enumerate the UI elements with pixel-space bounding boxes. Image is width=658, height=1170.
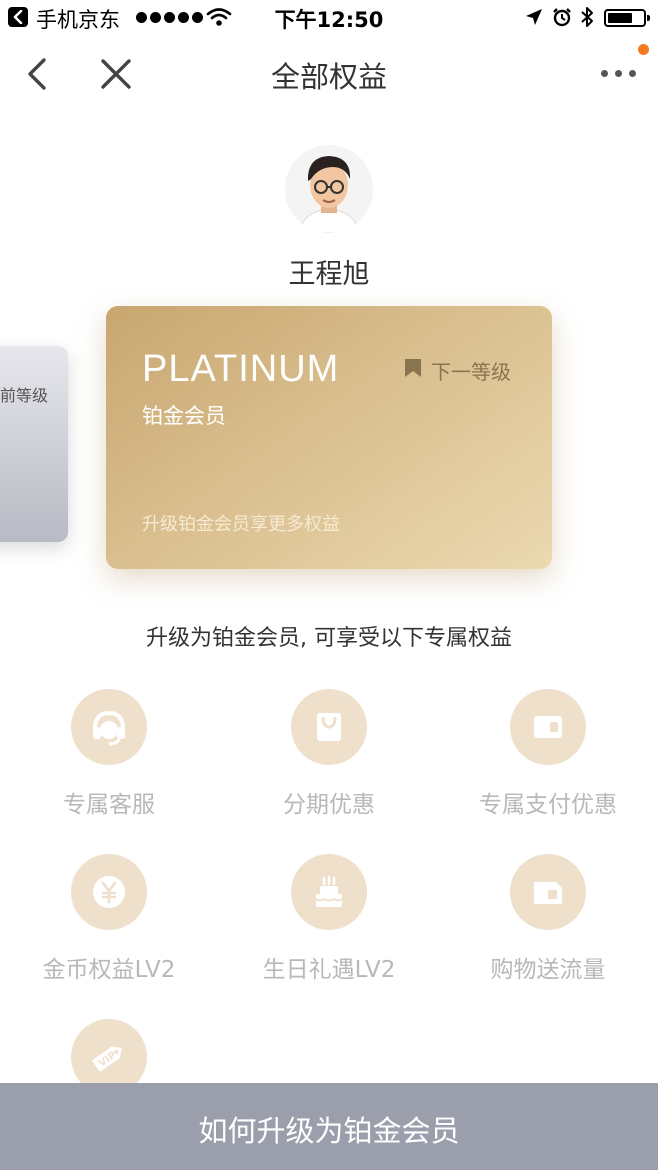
birthday-cake-icon (291, 854, 367, 930)
previous-level-card[interactable]: 前等级 (0, 346, 68, 542)
card-level-subtitle: 铂金会员 (142, 404, 226, 428)
shopping-bag-icon (291, 689, 367, 765)
data-card-icon (510, 854, 586, 930)
benefit-label: 购物送流量 (490, 957, 606, 983)
card-tagline: 升级铂金会员享更多权益 (142, 514, 340, 535)
benefits-title: 升级为铂金会员, 可享受以下专属权益 (146, 626, 512, 651)
avatar (285, 145, 373, 233)
notification-dot (638, 44, 649, 55)
benefit-label: 金币权益LV2 (42, 957, 176, 983)
benefit-label: 生日礼遇LV2 (262, 957, 396, 983)
page-title: 全部权益 (270, 60, 387, 94)
wallet-icon (510, 689, 586, 765)
benefit-item[interactable]: 专属支付优惠 (448, 689, 648, 829)
benefit-item[interactable]: 专属客服 (9, 689, 209, 829)
benefit-label: 专属客服 (63, 792, 155, 818)
navigation-bar: 全部权益 (0, 36, 658, 112)
more-options-icon[interactable] (598, 66, 638, 82)
upgrade-guide-label: 如何升级为铂金会员 (198, 1114, 460, 1148)
card-level-name: PLATINUM (142, 348, 340, 390)
platinum-level-card[interactable]: PLATINUM 铂金会员 下一等级 升级铂金会员享更多权益 (106, 306, 552, 569)
status-bar: 手机京东 下午12:50 (0, 0, 658, 36)
next-level-label: 下一等级 (431, 360, 511, 384)
location-arrow-icon (526, 9, 542, 25)
benefit-item[interactable]: 生日礼遇LV2 (229, 854, 429, 994)
yen-coin-icon (71, 854, 147, 930)
user-name: 王程旭 (288, 259, 370, 290)
benefit-item[interactable]: 金币权益LV2 (9, 854, 209, 994)
previous-level-label: 前等级 (0, 386, 49, 405)
benefit-item[interactable]: 分期优惠 (229, 689, 429, 829)
upgrade-guide-button[interactable]: 如何升级为铂金会员 (0, 1083, 658, 1170)
benefit-item[interactable]: 购物送流量 (448, 854, 648, 994)
battery-icon (604, 9, 650, 27)
page: 手机京东 下午12:50 全部权益 王程旭 前等级 PLATINUM 铂金会员 … (0, 0, 658, 1170)
benefit-label: 分期优惠 (283, 792, 375, 818)
customer-service-icon (71, 689, 147, 765)
alarm-icon (553, 8, 571, 27)
benefit-label: 专属支付优惠 (479, 792, 617, 818)
bookmark-icon (405, 359, 421, 377)
bluetooth-icon (581, 7, 593, 27)
